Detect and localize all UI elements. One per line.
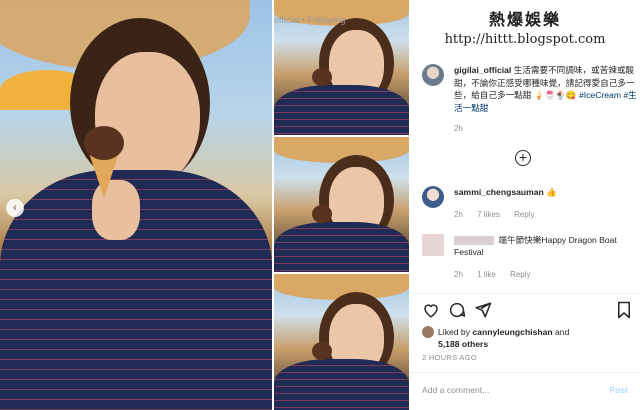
heart-icon[interactable]	[422, 301, 440, 319]
likes-count[interactable]: 5,188 others	[438, 339, 488, 349]
likes-prefix: Liked by	[438, 327, 473, 337]
post-photo-main[interactable]: ‹	[0, 0, 272, 410]
ice-cream-scoop	[84, 126, 124, 160]
avatar[interactable]	[422, 186, 444, 208]
posted-time[interactable]: 2 HOURS AGO	[422, 353, 477, 362]
comment-time[interactable]: 2h	[454, 270, 463, 279]
comment-body: 👍	[546, 187, 557, 197]
likes-user[interactable]: cannyleungchishan	[472, 327, 552, 337]
post-button[interactable]: Post	[609, 385, 628, 395]
comment-icon[interactable]	[448, 301, 466, 319]
caption-time[interactable]: 2h	[454, 124, 463, 133]
comment-meta: 2h 7 likes Reply	[454, 210, 547, 219]
ice-cream-scoop	[312, 342, 332, 360]
reply-button[interactable]: Reply	[510, 270, 530, 279]
action-bar	[422, 301, 632, 321]
reply-button[interactable]: Reply	[514, 210, 534, 219]
redacted-username	[454, 236, 494, 246]
avatar[interactable]	[422, 234, 444, 256]
comment-text: sammi_chengsauman 👍	[454, 186, 634, 198]
divider	[410, 372, 640, 373]
post-photo-side-2[interactable]	[274, 137, 409, 272]
comment-time[interactable]: 2h	[454, 210, 463, 219]
ice-cream-scoop	[312, 68, 332, 86]
caption-username[interactable]: gigilai_official	[454, 65, 511, 75]
load-more-comments-button[interactable]: +	[515, 150, 531, 166]
following-label[interactable]: • Following	[302, 15, 346, 25]
shirt-shape	[274, 359, 409, 410]
header-username[interactable]: official	[274, 15, 299, 25]
comment-meta: 2h 1 like Reply	[454, 270, 543, 279]
avatar[interactable]	[422, 326, 434, 338]
comment-likes[interactable]: 1 like	[477, 270, 496, 279]
likes-text: Liked by cannyleungchishan and 5,188 oth…	[438, 326, 633, 350]
divider	[410, 293, 640, 294]
share-icon[interactable]	[474, 301, 492, 319]
caption-text: gigilai_official 生活需要不同調味，或苦辣或酸甜，不論你正感受哪…	[454, 64, 639, 114]
carousel-prev-button[interactable]: ‹	[6, 199, 24, 217]
bookmark-icon[interactable]	[616, 301, 632, 319]
comments-panel: gigilai_official 生活需要不同調味，或苦辣或酸甜，不論你正感受哪…	[410, 0, 640, 410]
shirt-shape	[274, 222, 409, 272]
comment-text: 端午節快樂Happy Dragon Boat Festival	[454, 234, 634, 258]
shirt-shape	[274, 85, 409, 135]
ice-cream-scoop	[312, 205, 332, 223]
comment-likes[interactable]: 7 likes	[477, 210, 500, 219]
avatar[interactable]	[422, 64, 444, 86]
likes-suffix: and	[552, 327, 570, 337]
caption-emojis: 🍦🍧🍨😋	[533, 90, 577, 100]
post-header: official • Following	[274, 15, 346, 25]
post-photo-side-3[interactable]	[274, 274, 409, 410]
comment-username[interactable]: sammi_chengsauman	[454, 187, 544, 197]
comment-input[interactable]: Add a comment...	[422, 385, 489, 395]
